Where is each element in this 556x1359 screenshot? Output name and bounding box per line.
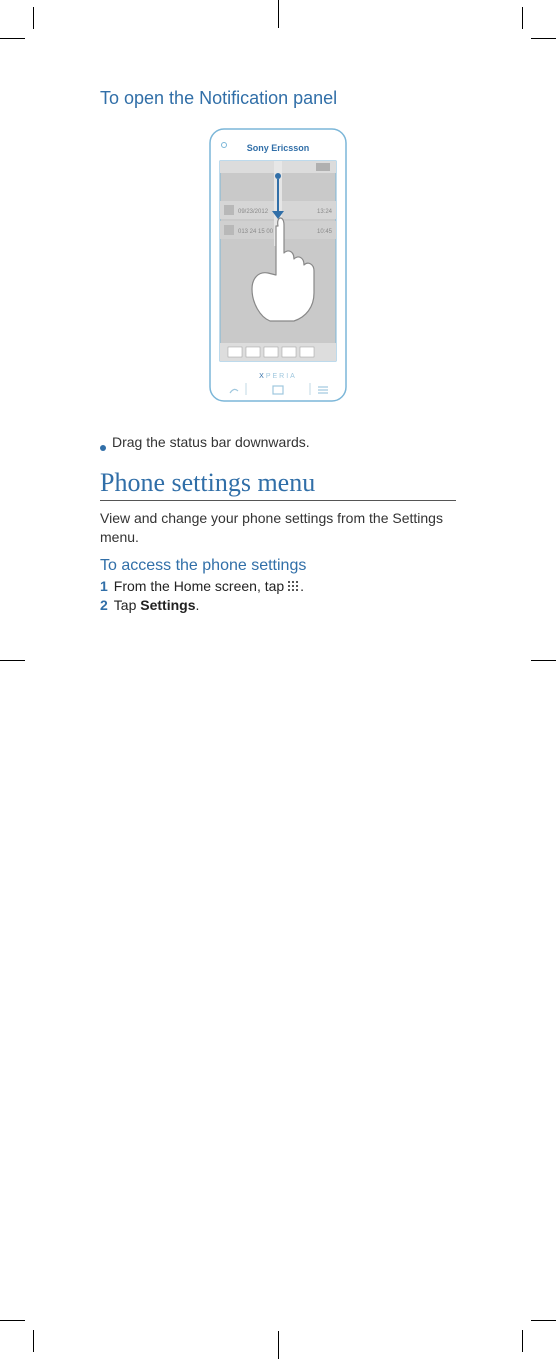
bullet-icon [100,445,106,451]
apps-grid-icon [288,581,300,591]
step-number: 2 [100,596,108,616]
crop-mark [33,7,34,29]
crop-mark [278,1331,279,1359]
notif-time-2: 10:45 [317,229,333,235]
notif-text-1: 09/23/2012 [238,209,269,215]
crop-mark [0,660,25,661]
heading-open-notification: To open the Notification panel [100,88,456,109]
step-2: 2 Tap Settings. [100,596,456,616]
heading-access-settings: To access the phone settings [100,557,456,575]
step-1: 1 From the Home screen, tap . [100,577,456,597]
crop-mark [531,660,556,661]
step-text: From the Home screen, tap . [114,577,304,597]
notif-time-1: 13:24 [317,209,333,215]
phone-illustration: Sony Ericsson 09/23/2012 13:24 013 24 15… [100,121,456,411]
sub-brand-text: XPERIA [259,373,297,380]
brand-text: Sony Ericsson [247,143,310,153]
bullet-text: Drag the status bar downwards. [112,433,310,452]
section-intro: View and change your phone settings from… [100,509,456,547]
crop-mark [531,38,556,39]
crop-mark [522,1330,523,1352]
step-text: Tap Settings. [114,596,200,616]
crop-mark [522,7,523,29]
notif-text-2: 013 24 15 00 [238,229,274,235]
crop-mark [0,38,25,39]
crop-mark [278,0,279,28]
bullet-item: Drag the status bar downwards. [100,433,456,452]
step-number: 1 [100,577,108,597]
crop-mark [33,1330,34,1352]
section-title: Phone settings menu [100,468,456,501]
crop-mark [0,1320,25,1321]
crop-mark [531,1320,556,1321]
